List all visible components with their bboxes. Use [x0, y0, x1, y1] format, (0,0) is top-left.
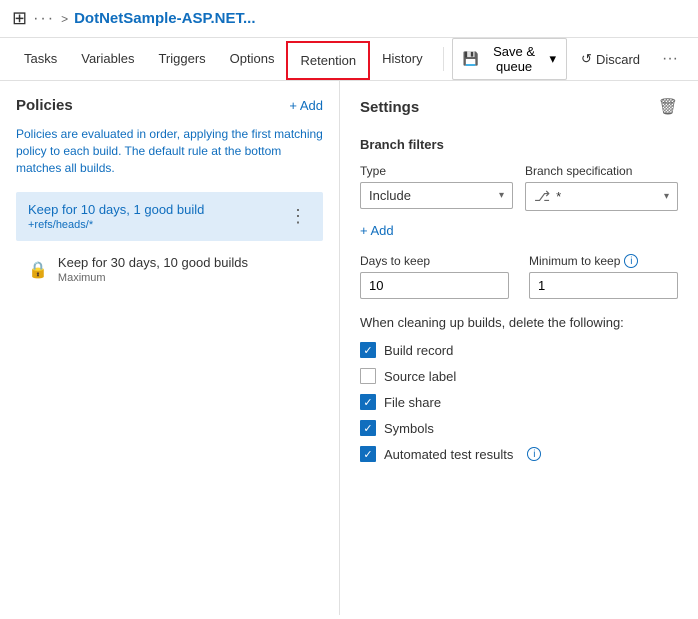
branch-spec-select[interactable]: ⎇ * ▾ — [525, 182, 678, 211]
settings-header: Settings 🗑 — [360, 97, 678, 117]
automated-test-info-icon[interactable]: i — [527, 447, 541, 461]
min-info-icon[interactable]: i — [624, 254, 638, 268]
panel-header: Policies + Add — [16, 97, 323, 114]
filters-row: Type Include ▾ Branch specification ⎇ * … — [360, 164, 678, 211]
panel-title: Policies — [16, 97, 73, 114]
build-record-label: Build record — [384, 343, 453, 358]
undo-icon: ↺ — [581, 51, 592, 67]
source-label-label: Source label — [384, 369, 456, 384]
app-icon: ⊞ — [12, 8, 27, 29]
policy-content-1: Keep for 10 days, 1 good build +refs/hea… — [28, 202, 285, 231]
checkbox-item-file-share: ✓ File share — [360, 394, 678, 410]
policy-description: Policies are evaluated in order, applyin… — [16, 126, 323, 176]
save-chevron: ▾ — [550, 51, 557, 67]
automated-test-checkbox[interactable]: ✓ — [360, 446, 376, 462]
discard-button[interactable]: ↺ Discard — [571, 46, 650, 72]
more-button[interactable]: ··· — [654, 45, 686, 73]
branch-filters-title: Branch filters — [360, 137, 678, 152]
lock-icon: 🔒 — [28, 260, 48, 280]
save-label: Save & queue — [483, 44, 546, 74]
tab-options[interactable]: Options — [218, 41, 287, 78]
branch-spec-chevron-icon: ▾ — [664, 191, 669, 202]
header-chevron: > — [61, 12, 68, 26]
header-dots[interactable]: ··· — [33, 10, 55, 28]
policy-subtitle-2: Maximum — [58, 272, 248, 284]
cleanup-label: When cleaning up builds, delete the foll… — [360, 315, 678, 330]
type-label: Type — [360, 164, 513, 178]
min-label: Minimum to keep i — [529, 254, 678, 268]
policy-title-1: Keep for 10 days, 1 good build — [28, 202, 285, 217]
min-input[interactable] — [529, 272, 678, 299]
type-select[interactable]: Include ▾ — [360, 182, 513, 209]
header-title: DotNetSample-ASP.NET... — [74, 10, 255, 27]
checkbox-item-build-record: ✓ Build record — [360, 342, 678, 358]
build-record-checkbox[interactable]: ✓ — [360, 342, 376, 358]
min-to-keep-group: Minimum to keep i — [529, 254, 678, 299]
nav-divider — [443, 47, 444, 71]
save-icon: 💾 — [463, 51, 479, 67]
type-filter-group: Type Include ▾ — [360, 164, 513, 211]
nav-actions: 💾 Save & queue ▾ ↺ Discard ··· — [452, 38, 686, 80]
file-share-checkbox[interactable]: ✓ — [360, 394, 376, 410]
policy-subtitle-1: +refs/heads/* — [28, 219, 285, 231]
tab-triggers[interactable]: Triggers — [146, 41, 217, 78]
policy-menu-icon-1[interactable]: ⋮ — [285, 204, 311, 229]
branch-spec-filter-group: Branch specification ⎇ * ▾ — [525, 164, 678, 211]
add-policy-button[interactable]: + Add — [289, 98, 323, 113]
tab-variables[interactable]: Variables — [69, 41, 146, 78]
checkbox-item-symbols: ✓ Symbols — [360, 420, 678, 436]
tab-tasks[interactable]: Tasks — [12, 41, 69, 78]
policy-item-2[interactable]: 🔒 Keep for 30 days, 10 good builds Maxim… — [16, 245, 323, 294]
checkbox-item-automated-test: ✓ Automated test results i — [360, 446, 678, 462]
branch-spec-value: * — [556, 189, 561, 204]
checkbox-list: ✓ Build record Source label ✓ File share… — [360, 342, 678, 462]
add-filter-button[interactable]: + Add — [360, 223, 394, 238]
symbols-checkbox[interactable]: ✓ — [360, 420, 376, 436]
delete-button[interactable]: 🗑 — [658, 97, 678, 117]
source-label-checkbox[interactable] — [360, 368, 376, 384]
policy-item-1[interactable]: Keep for 10 days, 1 good build +refs/hea… — [16, 192, 323, 241]
min-label-text: Minimum to keep — [529, 254, 620, 268]
automated-test-label: Automated test results — [384, 447, 513, 462]
type-chevron-icon: ▾ — [499, 190, 504, 201]
right-panel: Settings 🗑 Branch filters Type Include ▾… — [340, 81, 698, 615]
settings-title: Settings — [360, 99, 419, 116]
checkbox-item-source-label: Source label — [360, 368, 678, 384]
main-content: Policies + Add Policies are evaluated in… — [0, 81, 698, 615]
policy-title-2: Keep for 30 days, 10 good builds — [58, 255, 248, 270]
days-input[interactable] — [360, 272, 509, 299]
branch-icon: ⎇ — [534, 188, 550, 205]
app-header: ⊞ ··· > DotNetSample-ASP.NET... — [0, 0, 698, 38]
tab-history[interactable]: History — [370, 41, 434, 78]
navbar: Tasks Variables Triggers Options Retenti… — [0, 38, 698, 81]
policy-content-2: Keep for 30 days, 10 good builds Maximum — [58, 255, 248, 284]
tab-retention[interactable]: Retention — [286, 41, 370, 80]
days-to-keep-group: Days to keep — [360, 254, 509, 299]
days-label: Days to keep — [360, 254, 509, 268]
symbols-label: Symbols — [384, 421, 434, 436]
discard-label: Discard — [596, 52, 640, 67]
branch-spec-label: Branch specification — [525, 164, 678, 178]
file-share-label: File share — [384, 395, 441, 410]
type-value: Include — [369, 188, 411, 203]
fields-row: Days to keep Minimum to keep i — [360, 254, 678, 299]
save-queue-button[interactable]: 💾 Save & queue ▾ — [452, 38, 568, 80]
left-panel: Policies + Add Policies are evaluated in… — [0, 81, 340, 615]
